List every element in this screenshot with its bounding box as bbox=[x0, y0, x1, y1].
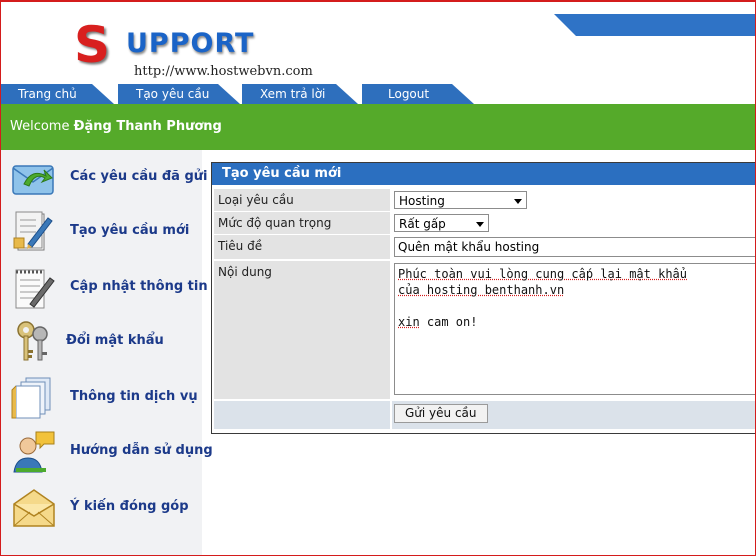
submit-value-cell: Gửi yêu cầu bbox=[392, 401, 756, 429]
header-corner-decoration bbox=[576, 14, 756, 36]
submit-request-button[interactable]: Gửi yêu cầu bbox=[394, 404, 488, 423]
priority-label-cell: Mức độ quan trọng bbox=[214, 212, 390, 234]
welcome-bar: Welcome Đặng Thanh Phương bbox=[0, 104, 756, 150]
keys-icon bbox=[10, 318, 58, 366]
tab-logout-label: Logout bbox=[362, 84, 452, 104]
envelope-arrow-icon bbox=[10, 154, 58, 202]
form-row-subject: Tiêu đề Quên mật khẩu hosting bbox=[214, 235, 756, 259]
content-label: Nội dung bbox=[218, 265, 272, 279]
sidebar-item-label: Tạo yêu cầu mới bbox=[70, 223, 189, 238]
sidebar-item-label: Các yêu cầu đã gửi bbox=[70, 169, 208, 184]
subject-value-cell: Quên mật khẩu hosting bbox=[392, 235, 756, 259]
logo-word: UPPORT bbox=[126, 28, 254, 59]
form-row-content: Nội dung Phúc toàn vui lòng cung cấp lại… bbox=[214, 261, 756, 399]
tab-home-label: Trang chủ bbox=[0, 84, 92, 104]
tab-view-replies-label: Xem trả lời bbox=[242, 84, 336, 104]
content-textarea[interactable]: Phúc toàn vui lòng cung cấp lại mật khẩu… bbox=[394, 263, 756, 395]
welcome-user: Đặng Thanh Phương bbox=[74, 119, 222, 134]
tab-view-replies[interactable]: Xem trả lời bbox=[242, 84, 336, 104]
request-type-label-cell: Loại yêu cầu bbox=[214, 189, 390, 211]
sidebar-item-label: Đổi mật khẩu bbox=[66, 333, 164, 348]
sidebar-item-feedback[interactable]: Ý kiến đóng góp bbox=[0, 484, 202, 534]
sidebar-item-change-password[interactable]: Đổi mật khẩu bbox=[0, 318, 202, 368]
sidebar-item-sent-requests[interactable]: Các yêu cầu đã gửi bbox=[0, 154, 202, 204]
content-value-cell: Phúc toàn vui lòng cung cấp lại mật khẩu… bbox=[392, 261, 756, 399]
request-type-value-cell: Hosting bbox=[392, 189, 756, 211]
priority-label: Mức độ quan trọng bbox=[218, 216, 331, 230]
mail-icon bbox=[10, 484, 58, 532]
main-nav: Trang chủ Tạo yêu cầu Xem trả lời Logout bbox=[0, 84, 756, 104]
sidebar-item-label: Ý kiến đóng góp bbox=[70, 499, 189, 514]
chevron-down-icon bbox=[476, 222, 484, 227]
page-header: S UPPORT http://www.hostwebvn.com Trang … bbox=[0, 0, 756, 104]
form-title: Tạo yêu cầu mới bbox=[212, 166, 341, 181]
documents-icon bbox=[10, 374, 58, 422]
welcome-prefix: Welcome bbox=[0, 119, 69, 134]
submit-label-cell bbox=[214, 401, 390, 429]
content-text: của hosting bbox=[398, 283, 485, 297]
sidebar-item-label: Cập nhật thông tin bbox=[70, 279, 208, 294]
request-type-label: Loại yêu cầu bbox=[218, 193, 294, 207]
subject-input[interactable]: Quên mật khẩu hosting bbox=[394, 237, 756, 257]
form-title-bar: Tạo yêu cầu mới bbox=[212, 163, 756, 185]
priority-value-cell: Rất gấp bbox=[392, 212, 756, 234]
subject-label: Tiêu đề bbox=[218, 239, 262, 253]
sidebar-item-new-request[interactable]: Tạo yêu cầu mới bbox=[0, 208, 202, 258]
header-top-border bbox=[0, 0, 756, 2]
sidebar-item-service-info[interactable]: Thông tin dịch vụ bbox=[0, 374, 202, 424]
chevron-down-icon bbox=[514, 199, 522, 204]
sidebar-item-update-info[interactable]: Cập nhật thông tin bbox=[0, 264, 202, 314]
request-type-select[interactable]: Hosting bbox=[394, 191, 527, 209]
form-row-submit: Gửi yêu cầu bbox=[214, 401, 756, 429]
form-row-priority: Mức độ quan trọng Rất gấp bbox=[214, 212, 756, 234]
support-person-icon bbox=[10, 428, 58, 476]
sidebar-item-label: Hướng dẫn sử dụng bbox=[70, 443, 213, 458]
priority-value: Rất gấp bbox=[399, 217, 446, 231]
logo-letter: S bbox=[74, 18, 110, 72]
notepad-pen-icon bbox=[10, 264, 58, 312]
request-type-value: Hosting bbox=[399, 194, 445, 208]
tab-logout[interactable]: Logout bbox=[362, 84, 452, 104]
sidebar-item-label: Thông tin dịch vụ bbox=[70, 389, 198, 404]
pen-document-icon bbox=[10, 208, 58, 256]
priority-select[interactable]: Rất gấp bbox=[394, 214, 489, 232]
content-text: xin bbox=[398, 315, 420, 329]
logo-url: http://www.hostwebvn.com bbox=[134, 64, 313, 79]
sidebar: Các yêu cầu đã gửi Tạo yêu cầu mới Cập n… bbox=[0, 150, 202, 556]
new-request-form: Tạo yêu cầu mới Loại yêu cầu Hosting Mức… bbox=[211, 162, 756, 434]
content-text: benthanh.vn bbox=[485, 283, 564, 297]
content-text: khẩu bbox=[658, 267, 687, 281]
content-text: cam on! bbox=[420, 315, 478, 329]
sidebar-item-user-guide[interactable]: Hướng dẫn sử dụng bbox=[0, 428, 202, 478]
tab-home[interactable]: Trang chủ bbox=[0, 84, 92, 104]
subject-label-cell: Tiêu đề bbox=[214, 235, 390, 259]
tab-create-request[interactable]: Tạo yêu cầu bbox=[118, 84, 218, 104]
form-row-request-type: Loại yêu cầu Hosting bbox=[214, 189, 756, 211]
content-label-cell: Nội dung bbox=[214, 261, 390, 399]
tab-create-request-label: Tạo yêu cầu bbox=[118, 84, 218, 104]
content-text: Phúc toàn vui lòng cung cấp lại mật bbox=[398, 267, 658, 281]
